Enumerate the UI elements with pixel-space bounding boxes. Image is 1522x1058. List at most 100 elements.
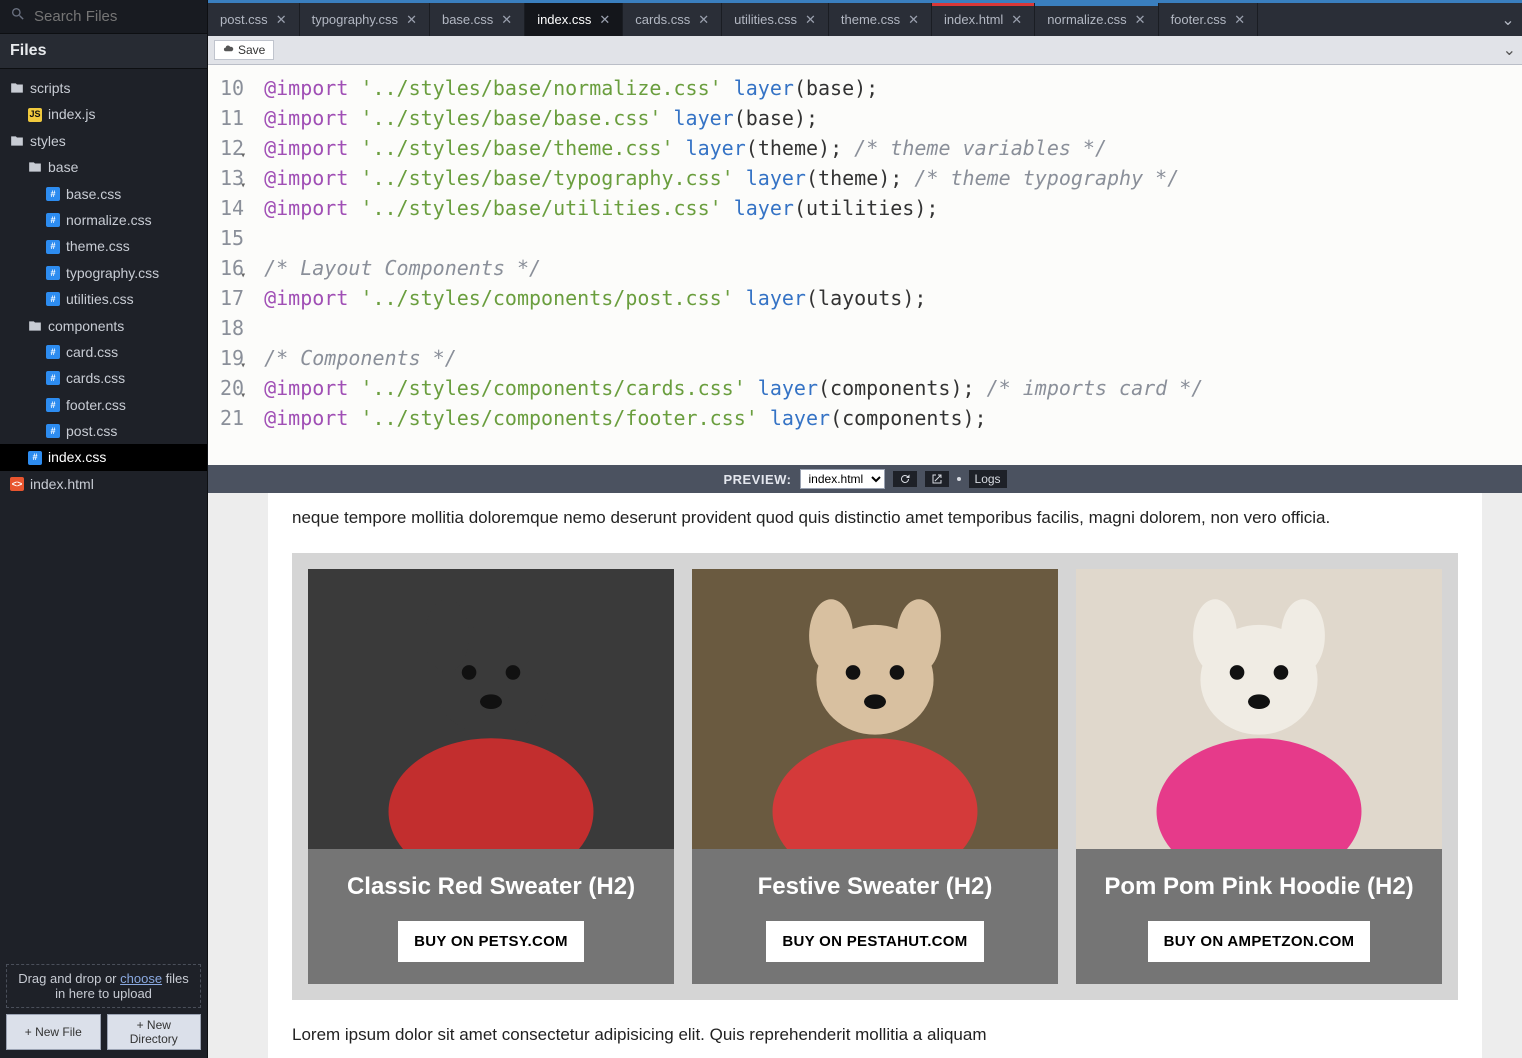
tree-item-index-js[interactable]: JSindex.js [0,101,207,127]
product-card: Festive Sweater (H2) BUY ON PESTAHUT.COM [692,569,1058,984]
code-editor[interactable]: 101112▾13▾141516▾171819▾20▾21 @import '.… [208,65,1522,465]
preview-document: neque tempore mollitia doloremque nemo d… [268,493,1482,1058]
main: post.css✕typography.css✕base.css✕index.c… [208,0,1522,1058]
file-html-icon: <> [10,477,24,491]
tab-label: index.html [944,12,1003,27]
choose-file-link[interactable]: choose [120,971,162,986]
preview-file-select[interactable]: index.html [800,469,885,489]
close-icon[interactable]: ✕ [1234,12,1245,28]
tab-normalize-css[interactable]: normalize.css ✕ [1035,3,1158,36]
tree-item-index-html[interactable]: <>index.html [0,471,207,497]
tree-item-card-css[interactable]: #card.css [0,339,207,365]
save-button[interactable]: Save [214,40,274,60]
toolbar-overflow-button[interactable]: ⌄ [1503,40,1516,60]
preview-bar: PREVIEW: index.html Logs [208,465,1522,493]
close-icon[interactable]: ✕ [1011,12,1022,28]
tree-item-label: base [48,156,78,178]
open-external-button[interactable] [925,471,949,487]
preview-pane[interactable]: neque tempore mollitia doloremque nemo d… [208,493,1522,1058]
code-line[interactable]: /* Layout Components */ [264,253,1203,283]
code-line[interactable]: @import '../styles/base/normalize.css' l… [264,73,1203,103]
close-icon[interactable]: ✕ [1135,12,1146,28]
tab-label: post.css [220,12,268,27]
code-line[interactable]: @import '../styles/base/utilities.css' l… [264,193,1203,223]
tree-item-index-css[interactable]: #index.css [0,444,207,470]
tree-item-theme-css[interactable]: #theme.css [0,233,207,259]
close-icon[interactable]: ✕ [805,12,816,28]
tab-overflow-button[interactable]: ⌄ [1494,3,1522,36]
tab-cards-css[interactable]: cards.css ✕ [623,3,722,36]
code-line[interactable]: @import '../styles/base/base.css' layer(… [264,103,1203,133]
line-number: 10 [220,73,244,103]
editor-toolbar: Save ⌄ [208,36,1522,65]
card-title: Festive Sweater (H2) [758,873,993,901]
buy-button[interactable]: BUY ON AMPETZON.COM [1148,921,1371,962]
tree-item-normalize-css[interactable]: #normalize.css [0,207,207,233]
close-icon[interactable]: ✕ [599,12,610,28]
line-number: 20▾ [220,373,244,403]
tree-item-base[interactable]: base [0,154,207,180]
line-number: 21 [220,403,244,433]
search-input[interactable] [34,8,233,25]
tab-index-css[interactable]: index.css✕ [525,3,623,36]
buy-button[interactable]: BUY ON PESTAHUT.COM [766,921,983,962]
close-icon[interactable]: ✕ [908,12,919,28]
code-line[interactable]: @import '../styles/components/cards.css'… [264,373,1203,403]
drop-zone-text: Drag and drop or [18,971,120,986]
save-label: Save [238,43,265,57]
tab-label: cards.css [635,12,690,27]
tree-item-typography-css[interactable]: # typography.css [0,260,207,286]
body-text: neque tempore mollitia doloremque nemo d… [292,505,1458,531]
logs-button[interactable]: Logs [969,470,1007,488]
file-css-icon: # [46,292,60,306]
tree-item-label: base.css [66,183,121,205]
file-css-icon: # [28,451,42,465]
tab-label: normalize.css [1047,12,1126,27]
code-line[interactable]: @import '../styles/components/footer.css… [264,403,1203,433]
tab-theme-css[interactable]: theme.css✕ [829,3,932,36]
tree-item-styles[interactable]: styles [0,128,207,154]
file-css-icon: # [46,266,60,280]
tab-label: typography.css [312,12,398,27]
new-directory-button[interactable]: + New Directory [107,1014,202,1050]
tab-typography-css[interactable]: typography.css ✕ [300,3,430,36]
tab-index-html[interactable]: index.html ✕ [932,3,1035,36]
code-line[interactable] [264,223,1203,253]
tree-item-utilities-css[interactable]: #utilities.css [0,286,207,312]
code-line[interactable]: @import '../styles/components/post.css' … [264,283,1203,313]
close-icon[interactable]: ✕ [501,12,512,28]
tab-footer-css[interactable]: footer.css✕ [1159,3,1259,36]
code-line[interactable] [264,313,1203,343]
line-gutter: 101112▾13▾141516▾171819▾20▾21 [208,65,250,465]
tree-item-scripts[interactable]: scripts [0,75,207,101]
tree-item-post-css[interactable]: #post.css [0,418,207,444]
tree-item-cards-css[interactable]: #cards.css [0,365,207,391]
tree-item-footer-css[interactable]: #footer.css [0,392,207,418]
file-css-icon: # [46,187,60,201]
code-line[interactable]: @import '../styles/base/typography.css' … [264,163,1203,193]
refresh-button[interactable] [893,471,917,487]
new-file-button[interactable]: + New File [6,1014,101,1050]
line-number: 16▾ [220,253,244,283]
line-number: 11 [220,103,244,133]
tree-item-components[interactable]: components [0,313,207,339]
tab-label: base.css [442,12,493,27]
tab-post-css[interactable]: post.css ✕ [208,3,300,36]
cards-container: Classic Red Sweater (H2) BUY ON PETSY.COM… [292,553,1458,1000]
tab-utilities-css[interactable]: utilities.css✕ [722,3,829,36]
cloud-icon [223,43,234,57]
file-css-icon: # [46,371,60,385]
close-icon[interactable]: ✕ [406,12,417,28]
tree-item-base-css[interactable]: # base.css [0,181,207,207]
code-line[interactable]: /* Components */ [264,343,1203,373]
code-area[interactable]: @import '../styles/base/normalize.css' l… [250,65,1217,465]
drop-zone[interactable]: Drag and drop or choose files in here to… [6,964,201,1008]
close-icon[interactable]: ✕ [276,12,287,28]
close-icon[interactable]: ✕ [698,12,709,28]
file-js-icon: JS [28,108,42,122]
code-line[interactable]: @import '../styles/base/theme.css' layer… [264,133,1203,163]
tab-base-css[interactable]: base.css ✕ [430,3,525,36]
tree-item-label: typography.css [66,262,159,284]
buy-button[interactable]: BUY ON PETSY.COM [398,921,584,962]
card-title: Classic Red Sweater (H2) [347,873,635,901]
